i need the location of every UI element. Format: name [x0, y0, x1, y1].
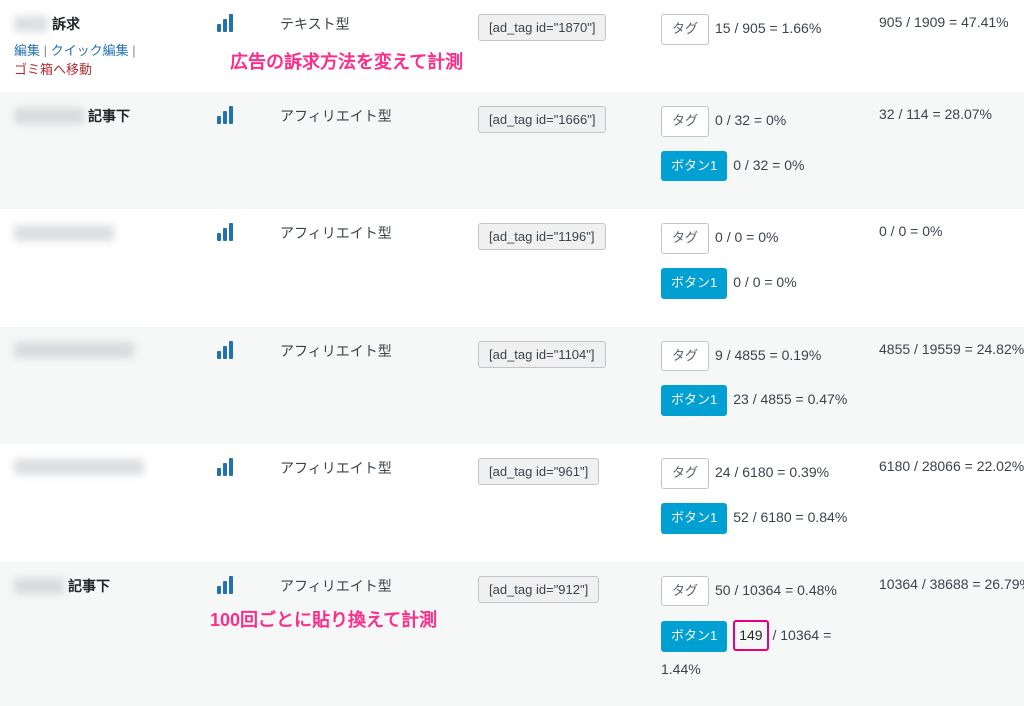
stats-bars-icon[interactable]: [217, 576, 272, 597]
stats-bars-icon[interactable]: [217, 14, 272, 35]
shortcode-cell: [ad_tag id="912"]: [478, 576, 653, 603]
redacted-title: [14, 578, 64, 594]
title-suffix: 訴求: [52, 16, 80, 32]
shortcode-cell: [ad_tag id="1870"]: [478, 14, 653, 41]
title-cell[interactable]: [14, 341, 209, 358]
shortcode-input[interactable]: [ad_tag id="961"]: [478, 458, 599, 485]
shortcode-cell: [ad_tag id="1666"]: [478, 106, 653, 133]
ad-type: アフィリエイト型: [280, 458, 470, 478]
shortcode-input[interactable]: [ad_tag id="1196"]: [478, 223, 606, 250]
button1-chip[interactable]: ボタン1: [661, 268, 727, 299]
ad-type: テキスト型: [280, 14, 470, 34]
shortcode-cell: [ad_tag id="961"]: [478, 458, 653, 485]
metrics-cell: タグ50 / 10364 = 0.48%ボタン1149 / 10364 = 1.…: [661, 576, 871, 693]
title-cell[interactable]: [14, 458, 209, 475]
metric-value: 9 / 4855 = 0.19%: [715, 347, 821, 363]
button1-chip[interactable]: ボタン1: [661, 621, 727, 652]
stats-summary: 4855 / 19559 = 24.82%: [879, 341, 1024, 357]
metric-value: 15 / 905 = 1.66%: [715, 20, 821, 36]
metric-value: 0 / 32 = 0%: [715, 112, 786, 128]
button1-chip[interactable]: ボタン1: [661, 503, 727, 534]
metric-value: 0 / 0 = 0%: [733, 274, 796, 290]
table-row: 記事下 アフィリエイト型 [ad_tag id="1666"] タグ 0 / 32 = …: [0, 92, 1024, 209]
shortcode-input[interactable]: [ad_tag id="1666"]: [478, 106, 606, 133]
title-cell[interactable]: 訴求編集 | クイック編集 | ゴミ箱へ移動: [14, 14, 209, 78]
ad-type: アフィリエイト型: [280, 341, 470, 361]
tag-chip[interactable]: タグ: [661, 341, 709, 372]
shortcode-input[interactable]: [ad_tag id="1104"]: [478, 341, 606, 368]
metrics-cell: タグ 9 / 4855 = 0.19% ボタン1 23 / 4855 = 0.47%: [661, 341, 871, 430]
stats-bars-icon[interactable]: [217, 341, 272, 362]
title-cell[interactable]: 記事下: [14, 576, 209, 596]
ad-type: アフィリエイト型: [280, 576, 470, 596]
metrics-cell: タグ 0 / 0 = 0% ボタン1 0 / 0 = 0%: [661, 223, 871, 312]
table-row: アフィリエイト型 [ad_tag id="1196"] タグ 0 / 0 = 0% ボタ…: [0, 209, 1024, 326]
row-actions: 編集 | クイック編集 | ゴミ箱へ移動: [14, 40, 209, 78]
metric-value: 0 / 32 = 0%: [733, 157, 804, 173]
shortcode-cell: [ad_tag id="1104"]: [478, 341, 653, 368]
redacted-title: [14, 225, 114, 241]
table-row: アフィリエイト型 [ad_tag id="961"] タグ 24 / 6180 = 0…: [0, 444, 1024, 561]
title-suffix: 記事下: [68, 578, 110, 594]
stats-bars-icon[interactable]: [217, 106, 272, 127]
table-row: 訴求編集 | クイック編集 | ゴミ箱へ移動 テキスト型 [ad_tag id="1…: [0, 0, 1024, 92]
redacted-title: [14, 342, 134, 358]
table-row: アフィリエイト型 [ad_tag id="1104"] タグ 9 / 4855 = 0…: [0, 327, 1024, 444]
button1-chip[interactable]: ボタン1: [661, 385, 727, 416]
metric-value: 0 / 0 = 0%: [715, 229, 778, 245]
redacted-title: [14, 108, 84, 124]
title-cell[interactable]: [14, 223, 209, 240]
highlighted-count: 149: [733, 620, 768, 651]
redacted-title: [14, 16, 48, 32]
metric-value: 52 / 6180 = 0.84%: [733, 509, 847, 525]
stats-summary: 32 / 114 = 28.07%: [879, 106, 1024, 122]
table-row: 記事下 アフィリエイト型 [ad_tag id="912"] タグ 50 / 10364…: [0, 562, 1024, 706]
trash-link[interactable]: ゴミ箱へ移動: [14, 62, 92, 77]
metric-value: 23 / 4855 = 0.47%: [733, 391, 847, 407]
metric-value: 24 / 6180 = 0.39%: [715, 464, 829, 480]
ad-type: アフィリエイト型: [280, 106, 470, 126]
shortcode-input[interactable]: [ad_tag id="1870"]: [478, 14, 606, 41]
edit-link[interactable]: 編集: [14, 43, 40, 58]
stats-summary: 6180 / 28066 = 22.02%: [879, 458, 1024, 474]
metrics-cell: タグ 15 / 905 = 1.66%: [661, 14, 871, 59]
tag-chip[interactable]: タグ: [661, 106, 709, 137]
metrics-cell: タグ 0 / 32 = 0% ボタン1 0 / 32 = 0%: [661, 106, 871, 195]
tag-chip[interactable]: タグ: [661, 458, 709, 489]
tag-chip[interactable]: タグ: [661, 223, 709, 254]
shortcode-cell: [ad_tag id="1196"]: [478, 223, 653, 250]
metric-value: 50 / 10364 = 0.48%: [715, 582, 837, 598]
tag-chip[interactable]: タグ: [661, 14, 709, 45]
stats-summary: 0 / 0 = 0%: [879, 223, 1024, 239]
redacted-title: [14, 459, 144, 475]
quick-edit-link[interactable]: クイック編集: [51, 43, 129, 58]
shortcode-input[interactable]: [ad_tag id="912"]: [478, 576, 599, 603]
ad-type: アフィリエイト型: [280, 223, 470, 243]
title-cell[interactable]: 記事下: [14, 106, 209, 126]
tag-chip[interactable]: タグ: [661, 576, 709, 607]
title-suffix: 記事下: [88, 108, 130, 124]
metrics-cell: タグ 24 / 6180 = 0.39% ボタン1 52 / 6180 = 0.84%: [661, 458, 871, 547]
stats-bars-icon[interactable]: [217, 223, 272, 244]
stats-bars-icon[interactable]: [217, 458, 272, 479]
button1-chip[interactable]: ボタン1: [661, 151, 727, 182]
stats-summary: 905 / 1909 = 47.41%: [879, 14, 1024, 30]
stats-summary: 10364 / 38688 = 26.79%: [879, 576, 1024, 592]
